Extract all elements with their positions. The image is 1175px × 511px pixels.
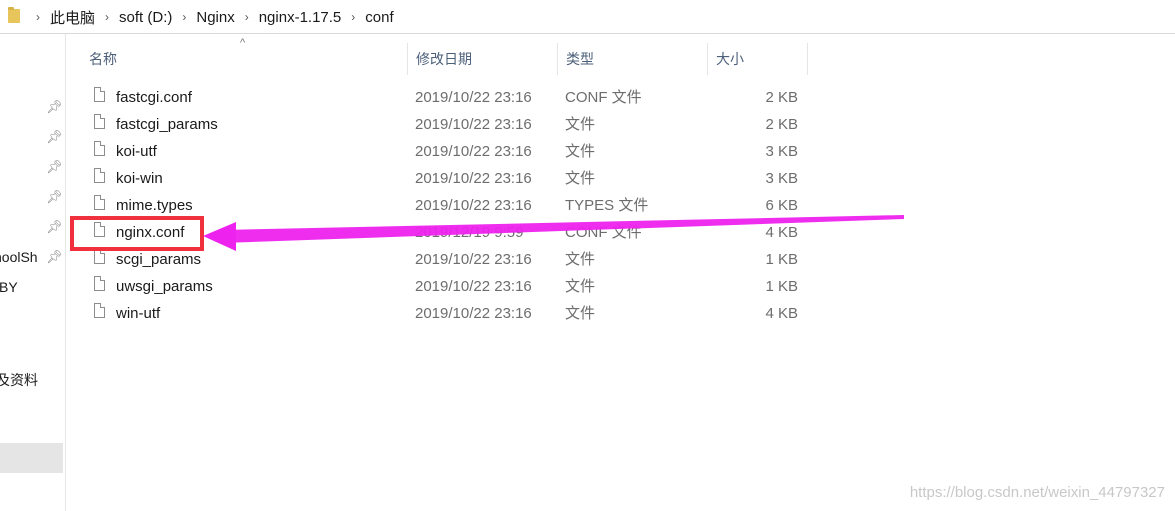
file-date: 2019/12/19 9:59 xyxy=(415,224,524,241)
file-type: CONF 文件 xyxy=(565,89,642,106)
file-icon xyxy=(94,87,105,102)
file-type: 文件 xyxy=(565,143,596,160)
crumb-drive[interactable]: soft (D:) xyxy=(115,9,176,26)
column-header-size[interactable]: 大小 xyxy=(707,43,807,75)
file-row[interactable]: win-utf 2019/10/22 23:16 文件 4 KB xyxy=(80,300,810,327)
crumb-this-pc[interactable]: 此电脑 xyxy=(46,7,99,28)
pin-icon[interactable]: 📌︎ xyxy=(46,220,63,234)
file-icon xyxy=(94,222,105,237)
chevron-right-icon[interactable]: › xyxy=(176,10,192,24)
file-name: uwsgi_params xyxy=(116,278,213,295)
file-icon xyxy=(94,141,105,156)
file-name: fastcgi_params xyxy=(116,116,218,133)
file-type: 文件 xyxy=(565,278,596,295)
file-name: scgi_params xyxy=(116,251,202,268)
file-row-nginx-conf[interactable]: nginx.conf 2019/12/19 9:59 CONF 文件 4 KB xyxy=(80,219,810,246)
pin-icon[interactable]: 📌︎ xyxy=(46,100,63,114)
file-name: win-utf xyxy=(116,305,161,322)
file-name: koi-win xyxy=(116,170,163,187)
file-date: 2019/10/22 23:16 xyxy=(415,170,532,187)
file-size: 2 KB xyxy=(765,116,798,133)
crumb-nginx-version[interactable]: nginx-1.17.5 xyxy=(255,9,346,26)
file-date: 2019/10/22 23:16 xyxy=(415,305,532,322)
breadcrumb: › 此电脑 › soft (D:) › Nginx › nginx-1.17.5… xyxy=(30,0,398,34)
nav-item-selected[interactable] xyxy=(0,443,63,473)
pin-icon[interactable]: 📌︎ xyxy=(46,250,63,264)
file-type: 文件 xyxy=(565,251,596,268)
file-row[interactable]: fastcgi_params 2019/10/22 23:16 文件 2 KB xyxy=(80,111,810,138)
file-icon xyxy=(94,249,105,264)
file-date: 2019/10/22 23:16 xyxy=(415,89,532,106)
folder-icon xyxy=(8,7,20,23)
file-size: 1 KB xyxy=(765,251,798,268)
address-bar[interactable]: › 此电脑 › soft (D:) › Nginx › nginx-1.17.5… xyxy=(0,0,1175,34)
file-type: 文件 xyxy=(565,170,596,187)
chevron-right-icon[interactable]: › xyxy=(345,10,361,24)
file-date: 2019/10/22 23:16 xyxy=(415,143,532,160)
file-size: 1 KB xyxy=(765,278,798,295)
nav-item[interactable]: noolSh xyxy=(0,249,38,265)
file-row[interactable]: uwsgi_params 2019/10/22 23:16 文件 1 KB xyxy=(80,273,810,300)
chevron-right-icon[interactable]: › xyxy=(239,10,255,24)
nav-item[interactable]: BY xyxy=(0,279,18,295)
chevron-right-icon[interactable]: › xyxy=(99,10,115,24)
file-date: 2019/10/22 23:16 xyxy=(415,116,532,133)
file-row[interactable]: fastcgi.conf 2019/10/22 23:16 CONF 文件 2 … xyxy=(80,84,810,111)
file-date: 2019/10/22 23:16 xyxy=(415,197,532,214)
file-icon xyxy=(94,276,105,291)
file-name: mime.types xyxy=(116,197,193,214)
file-type: TYPES 文件 xyxy=(565,197,649,214)
pin-icon[interactable]: 📌︎ xyxy=(46,160,63,174)
file-icon xyxy=(94,303,105,318)
file-size: 6 KB xyxy=(765,197,798,214)
file-size: 3 KB xyxy=(765,143,798,160)
file-icon xyxy=(94,114,105,129)
file-type: 文件 xyxy=(565,305,596,322)
file-icon xyxy=(94,195,105,210)
file-date: 2019/10/22 23:16 xyxy=(415,251,532,268)
file-name: nginx.conf xyxy=(116,224,185,241)
file-size: 3 KB xyxy=(765,170,798,187)
pin-icon[interactable]: 📌︎ xyxy=(46,130,63,144)
watermark: https://blog.csdn.net/weixin_44797327 xyxy=(909,484,1165,501)
column-header-name[interactable]: 名称 xyxy=(80,43,407,75)
file-row[interactable]: mime.types 2019/10/22 23:16 TYPES 文件 6 K… xyxy=(80,192,810,219)
file-row[interactable]: koi-win 2019/10/22 23:16 文件 3 KB xyxy=(80,165,810,192)
file-size: 4 KB xyxy=(765,305,798,322)
file-type: 文件 xyxy=(565,116,596,133)
file-name: fastcgi.conf xyxy=(116,89,192,106)
file-name: koi-utf xyxy=(116,143,157,160)
file-size: 4 KB xyxy=(765,224,798,241)
column-header-type[interactable]: 类型 xyxy=(557,43,707,75)
column-header-date[interactable]: 修改日期 xyxy=(407,43,557,75)
crumb-nginx[interactable]: Nginx xyxy=(192,9,238,26)
column-divider[interactable] xyxy=(807,43,808,75)
file-icon xyxy=(94,168,105,183)
file-date: 2019/10/22 23:16 xyxy=(415,278,532,295)
file-list: fastcgi.conf 2019/10/22 23:16 CONF 文件 2 … xyxy=(80,84,810,327)
crumb-conf[interactable]: conf xyxy=(361,9,397,26)
navigation-pane[interactable]: 📌︎ 📌︎ 📌︎ 📌︎ 📌︎ noolSh 📌︎ BY 及资料 xyxy=(0,34,66,511)
file-size: 2 KB xyxy=(765,89,798,106)
file-type: CONF 文件 xyxy=(565,224,642,241)
file-row[interactable]: koi-utf 2019/10/22 23:16 文件 3 KB xyxy=(80,138,810,165)
pin-icon[interactable]: 📌︎ xyxy=(46,190,63,204)
nav-item[interactable]: 及资料 xyxy=(0,370,38,390)
chevron-right-icon[interactable]: › xyxy=(30,10,46,24)
file-row[interactable]: scgi_params 2019/10/22 23:16 文件 1 KB xyxy=(80,246,810,273)
